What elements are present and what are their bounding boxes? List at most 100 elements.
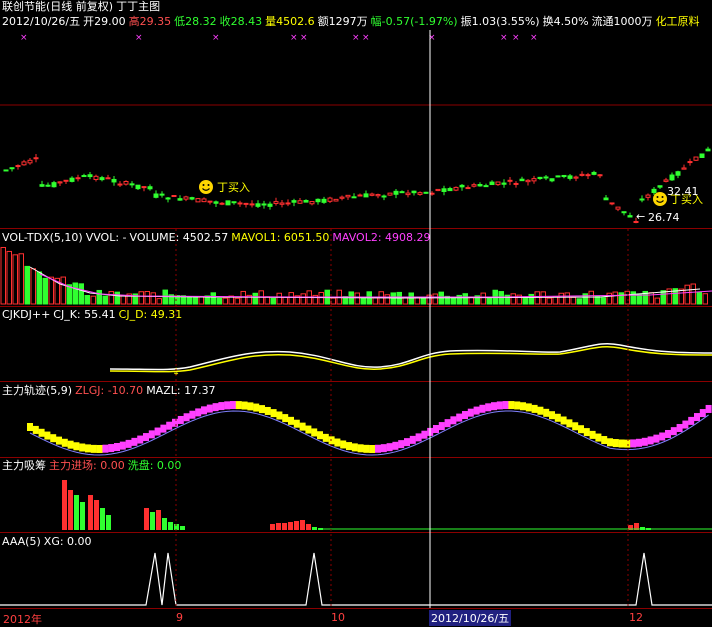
zlxc-in: 主力进场: 0.00: [49, 459, 125, 472]
quote-industry[interactable]: 化工原料: [656, 15, 700, 28]
zlxc-bar: [282, 523, 287, 530]
volume-bar: [72, 282, 78, 305]
zlgj-block: [670, 427, 677, 436]
candle-body: [45, 184, 51, 187]
aaa-title[interactable]: AAA(5): [2, 535, 41, 548]
zlgj-block: [253, 403, 260, 412]
quote-change: 幅-0.57(-1.97%): [370, 15, 458, 28]
price-high-label: 32.41: [667, 185, 699, 198]
kdj-k-line: [109, 342, 712, 371]
zlgj-block: [317, 431, 323, 440]
zlxc-panel[interactable]: 主力吸筹 主力进场: 0.00 洗盘: 0.00: [0, 458, 712, 532]
zlgj-block: [282, 414, 289, 423]
zlgj-block: [183, 413, 190, 422]
aaa-panel[interactable]: AAA(5) XG: 0.00: [0, 533, 712, 608]
candle-body: [501, 182, 507, 185]
price-low-label: 26.74: [648, 211, 680, 224]
candle-body: [201, 198, 207, 203]
zlgj-mazl: MAZL: 17.37: [146, 384, 216, 397]
axis-selected-date[interactable]: 2012/10/26/五: [429, 610, 512, 626]
zlgj-block: [630, 439, 637, 448]
volume-bar: [612, 291, 618, 305]
kdj-k: CJ_K: 55.41: [53, 308, 116, 321]
main-chart-panel[interactable]: × × × × × × × × × × × 丁买入 丁买入 32.41 ← 26.74: [0, 30, 712, 228]
volume-bar: [138, 291, 144, 305]
zlgj-block: [293, 419, 300, 428]
volume-bar: [660, 290, 666, 305]
kdj-d: CJ_D: 49.31: [118, 308, 183, 321]
candle-body: [573, 176, 579, 179]
volume-bar: [570, 296, 576, 305]
zlgj-block: [427, 427, 434, 436]
zlgj-block: [386, 443, 393, 452]
volume-bar: [288, 292, 294, 305]
vol-value: VOLUME: 4502.57: [129, 231, 229, 244]
zlgj-block: [473, 406, 480, 415]
volume-bar: [426, 294, 432, 305]
zlgj-block: [415, 433, 422, 442]
zlgj-block: [288, 416, 294, 425]
signal-x-mark: ×: [428, 33, 436, 43]
candle-body: [297, 200, 303, 204]
kdj-title[interactable]: CJKDJ++: [2, 308, 50, 321]
candle-body: [627, 215, 633, 218]
zlxc-bar: [288, 522, 293, 530]
main-indicator-name[interactable]: 丁丁主图: [116, 0, 160, 13]
candle-body: [219, 202, 225, 205]
volume-bar: [108, 291, 114, 305]
zlgj-block: [148, 430, 155, 439]
smiley-icon-right: [652, 191, 668, 210]
zlgj-block: [351, 443, 358, 452]
zlgj-block: [595, 433, 602, 442]
aaa-signal-line: [0, 552, 712, 606]
candle-body: [639, 198, 645, 201]
candle-body: [105, 177, 111, 180]
time-axis[interactable]: 2012年 9 10 2012/10/26/五 12: [0, 608, 712, 627]
volume-bar: [150, 292, 156, 305]
volume-panel[interactable]: VOL-TDX(5,10) VVOL: - VOLUME: 4502.57 MAVOL…: [0, 229, 712, 306]
zlgj-block: [166, 421, 173, 430]
candlestick-chart[interactable]: × × × × × × × × × × ×: [0, 30, 712, 228]
volume-bar: [318, 291, 324, 305]
candle-body: [579, 173, 585, 176]
candle-body: [507, 179, 513, 182]
vol-title[interactable]: VOL-TDX(5,10): [2, 231, 83, 244]
zlgj-block: [259, 405, 265, 414]
zlgj-block: [560, 416, 567, 425]
kdj-panel[interactable]: ↓ CJKDJ++ CJ_K: 55.41 CJ_D: 49.31: [0, 307, 712, 381]
quote-amount: 额1297万: [317, 15, 368, 28]
candle-body: [195, 198, 201, 203]
volume-bar: [24, 265, 30, 305]
volume-bar: [234, 297, 240, 305]
volume-bar: [372, 297, 378, 305]
zlgj-block: [143, 433, 149, 442]
stock-title[interactable]: 联创节能(日线 前复权): [2, 0, 113, 13]
zlgj-block: [502, 401, 509, 410]
volume-bar: [144, 290, 150, 305]
candle-body: [81, 175, 87, 178]
buy-signal-label: 丁买入: [217, 181, 250, 194]
zlgj-block: [311, 428, 318, 437]
volume-bar: [654, 297, 660, 305]
volume-bar: [432, 293, 438, 305]
aaa-chart: [0, 552, 712, 606]
candle-body: [93, 175, 99, 180]
quote-open: 开29.00: [83, 15, 126, 28]
candle-body: [159, 193, 165, 196]
zlxc-bar: [162, 518, 167, 530]
zlgj-block: [398, 440, 405, 449]
candle-body: [513, 182, 519, 185]
volume-bar: [48, 276, 54, 305]
zlgj-block: [61, 438, 68, 447]
candle-body: [9, 167, 15, 170]
zlgj-panel[interactable]: 主力轨迹(5,9) ZLGJ: -10.70 MAZL: 17.37: [0, 382, 712, 457]
zlxc-title[interactable]: 主力吸筹: [2, 459, 46, 472]
candle-body: [249, 203, 255, 206]
candle-body: [33, 157, 39, 160]
zlgj-title[interactable]: 主力轨迹(5,9): [2, 384, 72, 397]
vol-mavol2: MAVOL2: 4908.29: [332, 231, 431, 244]
zlgj-block: [108, 444, 115, 453]
zlgj-block: [177, 415, 184, 424]
volume-bar: [198, 296, 204, 305]
candle-body: [351, 196, 357, 199]
